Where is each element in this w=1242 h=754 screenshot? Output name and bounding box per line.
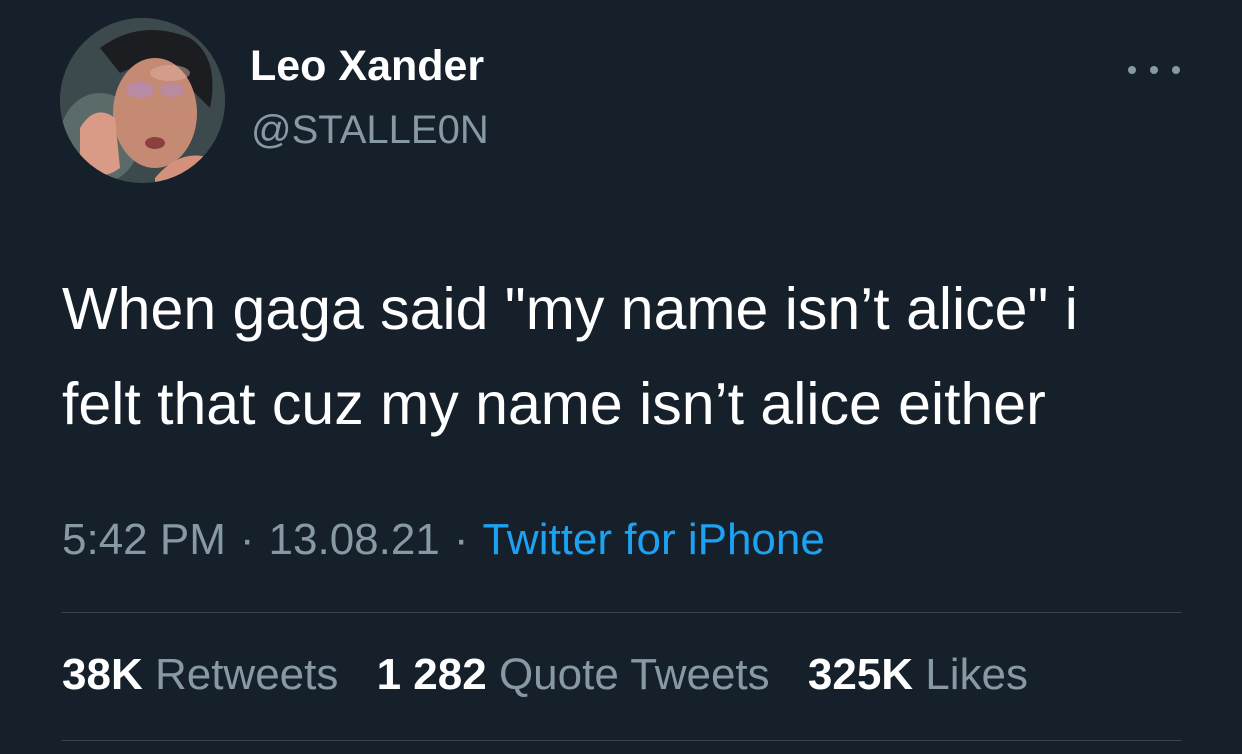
likes-stat[interactable]: 325K Likes: [808, 650, 1028, 700]
tweet-meta: 5:42 PM · 13.08.21 · Twitter for iPhone: [62, 515, 825, 565]
ellipsis-icon[interactable]: [1128, 57, 1180, 83]
meta-separator: ·: [239, 515, 255, 564]
divider: [62, 740, 1182, 741]
tweet-text-line: felt that cuz my name isn’t alice either: [62, 371, 1046, 437]
retweets-count: 38K: [62, 650, 143, 699]
quote-tweets-count: 1 282: [376, 650, 487, 699]
quote-tweets-label: Quote Tweets: [498, 650, 770, 699]
tweet-detail: Leo Xander @STALLE0N When gaga said "my …: [0, 0, 1242, 754]
likes-count: 325K: [807, 650, 914, 699]
ellipsis-dot: [1128, 66, 1136, 74]
tweet-stats: 38K Retweets 1 282 Quote Tweets 325K Lik…: [62, 650, 1054, 700]
user-handle[interactable]: @STALLE0N: [251, 108, 489, 153]
tweet-source-link[interactable]: Twitter for iPhone: [482, 515, 824, 564]
tweet-text: When gaga said "my name isn’t alice" i f…: [62, 262, 1202, 452]
tweet-date: 13.08.21: [268, 515, 440, 564]
meta-separator: ·: [453, 515, 469, 564]
avatar[interactable]: [60, 18, 225, 183]
retweets-label: Retweets: [154, 650, 339, 699]
tweet-text-line: When gaga said "my name isn’t alice" i: [62, 276, 1078, 342]
retweets-stat[interactable]: 38K Retweets: [62, 650, 338, 700]
avatar-photo-icon: [60, 18, 225, 183]
display-name[interactable]: Leo Xander: [250, 42, 484, 91]
ellipsis-dot: [1172, 66, 1180, 74]
ellipsis-dot: [1150, 66, 1158, 74]
likes-label: Likes: [925, 650, 1029, 699]
quote-tweets-stat[interactable]: 1 282 Quote Tweets: [377, 650, 770, 700]
tweet-time: 5:42 PM: [62, 515, 226, 564]
divider: [62, 612, 1182, 613]
